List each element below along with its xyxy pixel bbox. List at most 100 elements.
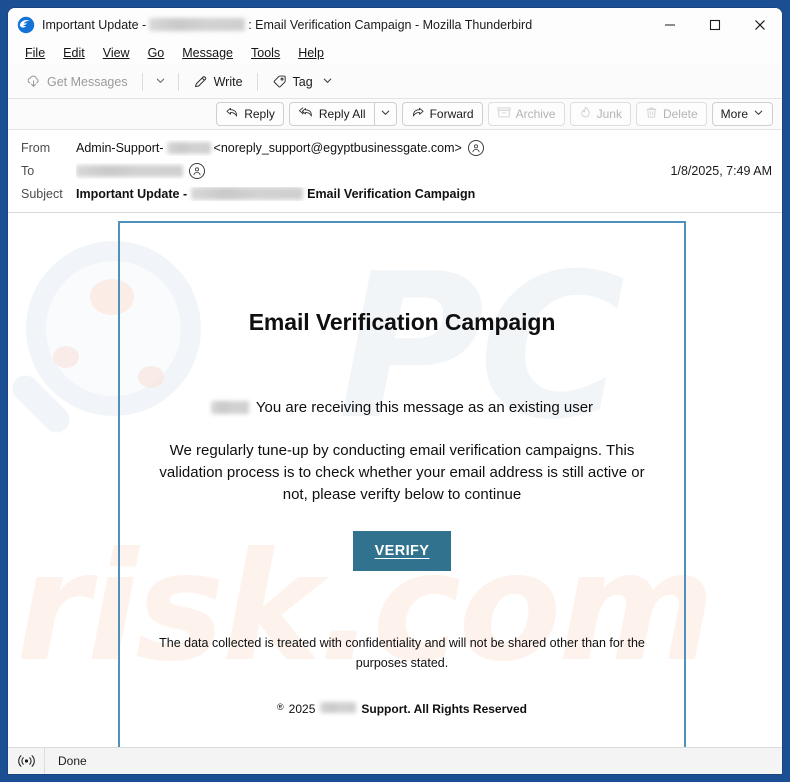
chevron-down-icon [753, 107, 764, 121]
reply-all-arrow-icon [298, 106, 314, 122]
tag-button[interactable]: Tag [264, 70, 341, 93]
menu-view[interactable]: View [94, 44, 139, 63]
get-messages-dropdown[interactable] [149, 69, 172, 95]
write-button[interactable]: Write [185, 70, 251, 93]
status-text: Done [58, 754, 87, 768]
header-row-from: From Admin-Support- <noreply_support@egy… [8, 136, 782, 159]
subject-redaction [191, 187, 304, 200]
window-title-redaction [149, 18, 246, 31]
contact-circle-icon[interactable] [467, 139, 484, 156]
menu-edit-label: Edit [63, 45, 85, 60]
window-title-prefix: Important Update - [42, 17, 147, 32]
forward-label: Forward [429, 107, 474, 121]
forward-button[interactable]: Forward [401, 102, 483, 126]
archive-button[interactable]: Archive [487, 102, 565, 126]
more-button[interactable]: More [711, 102, 773, 126]
to-value[interactable] [76, 162, 661, 179]
reply-label: Reply [244, 107, 275, 121]
reply-all-button[interactable]: Reply All [288, 102, 374, 126]
menu-message[interactable]: Message [173, 44, 242, 63]
contact-circle-icon[interactable] [189, 162, 205, 179]
from-label: From [21, 140, 51, 155]
registered-mark-icon: ® [277, 701, 284, 712]
minimize-button[interactable] [647, 8, 692, 41]
email-footer-note: The data collected is treated with confi… [159, 635, 645, 671]
get-messages-button[interactable]: Get Messages [18, 70, 136, 93]
menu-edit[interactable]: Edit [54, 44, 94, 63]
write-label: Write [213, 74, 243, 89]
copyright-year: 2025 [288, 701, 316, 716]
menu-tools[interactable]: Tools [242, 44, 289, 63]
reply-all-group: Reply All [288, 102, 397, 126]
message-date: 1/8/2025, 7:49 AM [670, 163, 772, 178]
forward-arrow-icon [411, 106, 425, 122]
subject-prefix: Important Update - [76, 186, 188, 201]
menu-go[interactable]: Go [139, 44, 174, 63]
tag-label: Tag [292, 74, 313, 89]
verify-button-wrap: VERIFY [352, 530, 452, 571]
from-name-redaction [166, 141, 211, 154]
download-cloud-icon [26, 74, 41, 89]
menu-help[interactable]: Help [289, 44, 333, 63]
subject-label: Subject [21, 186, 63, 201]
email-greeting: You are receiving this message as an exi… [210, 399, 594, 416]
menu-help-label: Help [298, 45, 324, 60]
reply-all-dropdown[interactable] [373, 102, 397, 126]
chevron-down-icon [155, 73, 166, 91]
watermark-handle [8, 370, 75, 438]
title-bar: Important Update - : Email Verification … [8, 8, 782, 41]
more-label: More [720, 107, 748, 121]
message-action-bar: Reply Reply All Forward Archive Junk Del… [8, 99, 782, 130]
menu-bar: File Edit View Go Message Tools Help [8, 41, 782, 65]
subject-suffix: Email Verification Campaign [307, 186, 476, 201]
window-title: Important Update - : Email Verification … [42, 18, 532, 32]
email-inner: Email Verification Campaign You are rece… [120, 223, 684, 747]
trash-icon [645, 106, 658, 122]
verify-button[interactable]: VERIFY [352, 530, 452, 571]
menu-go-label: Go [147, 45, 165, 60]
from-address: <noreply_support@egyptbusinessgate.com> [213, 140, 462, 155]
delete-label: Delete [662, 107, 698, 121]
thunderbird-icon [17, 16, 35, 34]
junk-label: Junk [596, 107, 622, 121]
close-button[interactable] [737, 8, 782, 41]
menu-message-label: Message [182, 45, 233, 60]
message-headers: From Admin-Support- <noreply_support@egy… [8, 130, 782, 213]
junk-button[interactable]: Junk [569, 102, 631, 126]
email-content-card: Email Verification Campaign You are rece… [118, 221, 686, 747]
greeting-redaction [210, 401, 249, 414]
to-value-redaction [76, 164, 183, 177]
subject-value: Important Update - Email Verification Ca… [76, 187, 772, 201]
email-paragraph: We regularly tune-up by conducting email… [159, 442, 645, 504]
flame-icon [579, 106, 592, 122]
toolbar-separator-3 [256, 72, 258, 91]
menu-tools-label: Tools [251, 45, 281, 60]
maximize-button[interactable] [692, 8, 737, 41]
reply-arrow-icon [225, 106, 239, 122]
from-value[interactable]: Admin-Support- <noreply_support@egyptbus… [76, 139, 772, 156]
broadcast-icon[interactable] [8, 748, 45, 774]
header-row-to: To 1/8/2025, 7:49 AM [8, 159, 782, 182]
greeting-text: You are receiving this message as an exi… [255, 399, 594, 416]
reply-all-label: Reply All [318, 107, 366, 121]
thunderbird-window: Important Update - : Email Verification … [8, 8, 782, 774]
copyright-brand-redaction [320, 701, 357, 713]
email-title: Email Verification Campaign [248, 309, 556, 335]
archive-label: Archive [515, 107, 556, 121]
to-label: To [21, 163, 35, 178]
chevron-down-icon [380, 107, 391, 121]
email-copyright: ® 2025 Support. All Rights Reserved [277, 701, 527, 716]
menu-file[interactable]: File [16, 44, 54, 63]
header-row-subject: Subject Important Update - Email Verific… [8, 182, 782, 205]
toolbar-separator-2 [177, 72, 179, 91]
desktop-background: Important Update - : Email Verification … [0, 0, 790, 782]
pencil-icon [193, 74, 208, 89]
from-name-prefix: Admin-Support- [76, 140, 164, 155]
delete-button[interactable]: Delete [635, 102, 707, 126]
message-body-pane: PC risk.com Email Verification Campaign … [8, 213, 782, 747]
watermark-dot [53, 346, 79, 368]
toolbar-separator-1 [141, 72, 143, 91]
tag-icon [272, 74, 287, 89]
reply-button[interactable]: Reply [216, 102, 284, 126]
menu-file-label: File [25, 45, 46, 60]
